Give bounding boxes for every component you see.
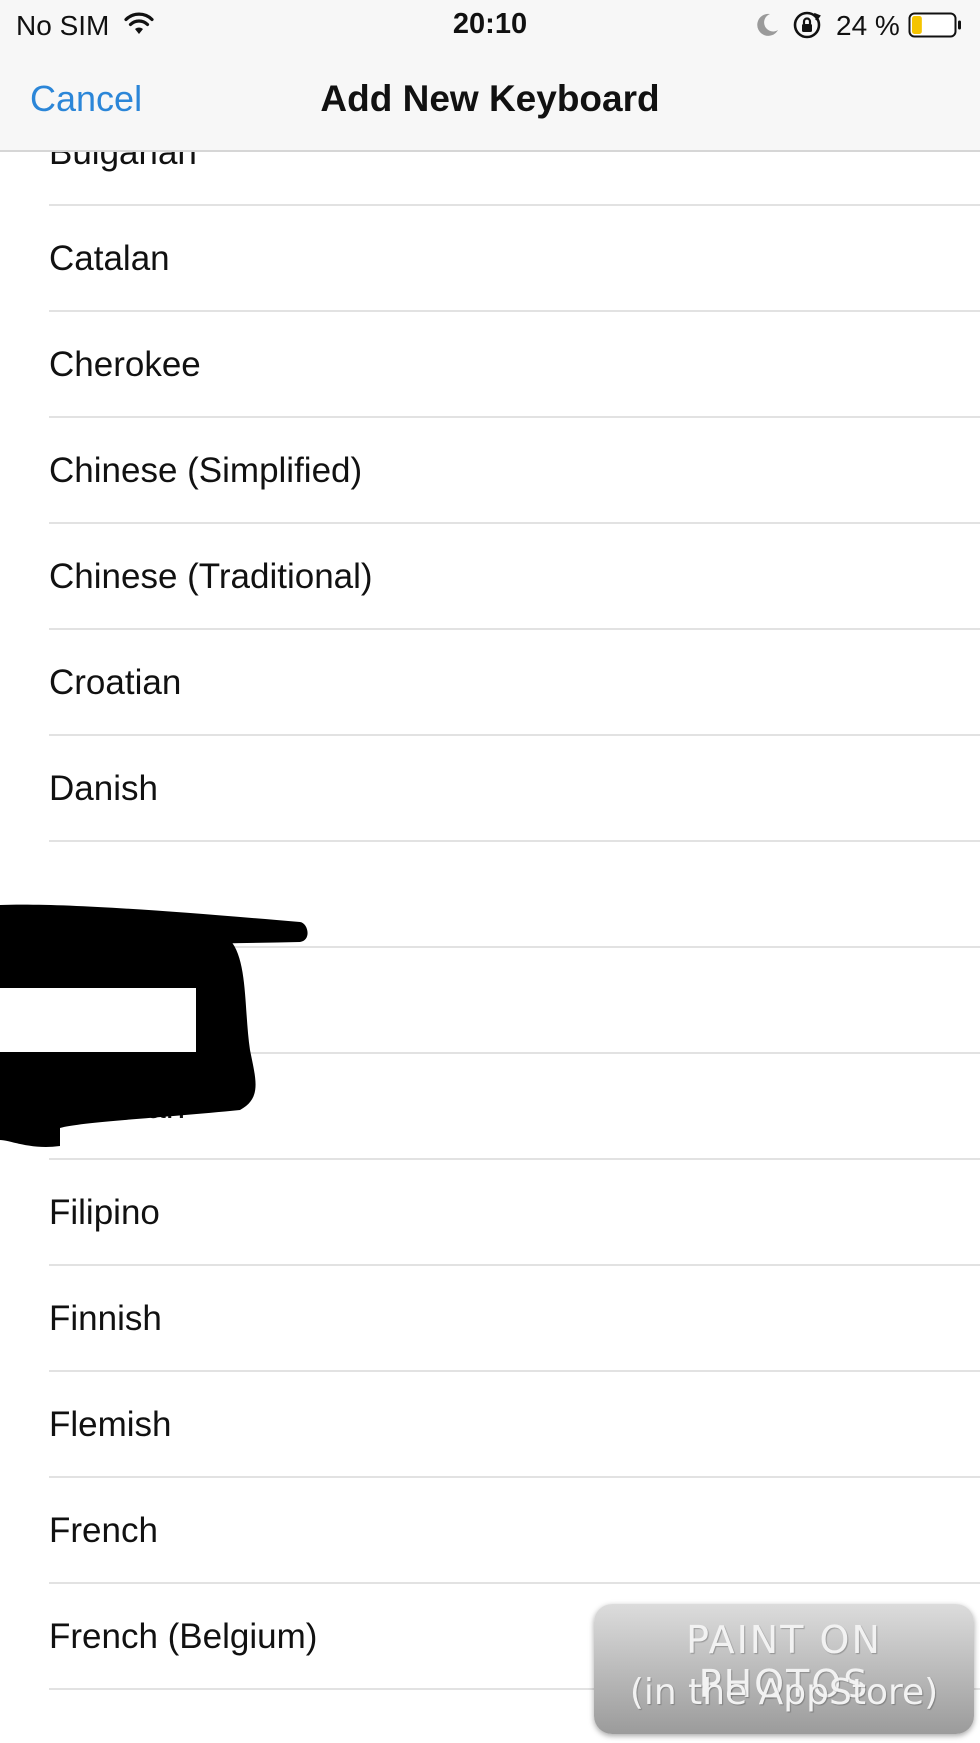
list-item-label: Estonian (49, 1087, 186, 1126)
list-item-label: Flemish (49, 1405, 172, 1444)
battery-icon (908, 12, 961, 38)
list-item-finnish[interactable]: Finnish (0, 1266, 980, 1372)
list-item-label: Chinese (Simplified) (49, 451, 363, 490)
list-item-label: Catalan (49, 239, 170, 278)
list-item-label: Croatian (49, 663, 182, 702)
list-item-bulgarian[interactable]: Bulgarian (0, 152, 980, 206)
page-title: Add New Keyboard (320, 78, 660, 119)
list-item-chinese-traditional[interactable]: Chinese (Traditional) (0, 524, 980, 630)
keyboard-list[interactable]: Bulgarian Catalan Cherokee Chinese (Simp… (0, 152, 980, 1743)
paint-on-photos-watermark: PAINT ON PHOTOS (in the AppStore) (594, 1604, 974, 1734)
battery-percent: 24 % (836, 10, 900, 41)
list-item-label: Cherokee (49, 345, 201, 384)
status-bar: No SIM 20:10 24 % (0, 0, 980, 52)
list-item-label: Filipino (49, 1193, 160, 1232)
watermark-subtitle: (in the AppStore) (629, 1672, 939, 1713)
list-item-label: Emoji (49, 981, 137, 1020)
list-item-label: Bulgarian (49, 152, 197, 172)
list-item-label: Finnish (49, 1299, 162, 1338)
rotation-lock-icon (793, 11, 821, 39)
list-item-filipino[interactable]: Filipino (0, 1160, 980, 1266)
list-item-danish[interactable]: Danish (0, 736, 980, 842)
list-item-croatian[interactable]: Croatian (0, 630, 980, 736)
list-item-cherokee[interactable]: Cherokee (0, 312, 980, 418)
list-item-label: Danish (49, 769, 158, 808)
list-item-french[interactable]: French (0, 1478, 980, 1584)
moon-icon (757, 13, 778, 36)
list-item-catalan[interactable]: Catalan (0, 206, 980, 312)
navigation-bar: Cancel Add New Keyboard (0, 52, 980, 152)
list-item-label: French (49, 1511, 158, 1550)
list-item-flemish[interactable]: Flemish (0, 1372, 980, 1478)
list-item-emoji[interactable]: Emoji (0, 948, 980, 1054)
list-item-label: Chinese (Traditional) (49, 557, 373, 596)
list-item-label: French (Belgium) (49, 1617, 318, 1656)
list-item-obscured[interactable] (0, 842, 980, 948)
list-item-chinese-simplified[interactable]: Chinese (Simplified) (0, 418, 980, 524)
list-item-estonian[interactable]: Estonian (0, 1054, 980, 1160)
status-time: 20:10 (452, 8, 528, 40)
